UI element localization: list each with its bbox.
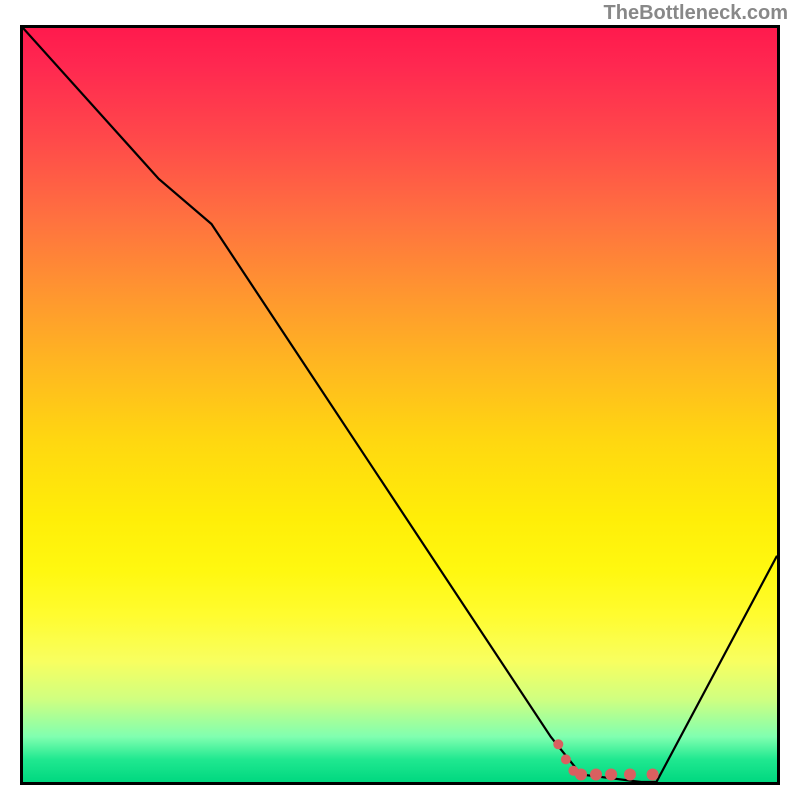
main-curve <box>23 28 777 782</box>
marker-dot <box>590 769 602 781</box>
marker-dot <box>647 769 659 781</box>
chart-container: TheBottleneck.com <box>0 0 800 800</box>
marker-dot <box>605 769 617 781</box>
marker-dot <box>561 754 571 764</box>
chart-svg <box>23 28 777 782</box>
watermark-text: TheBottleneck.com <box>604 2 788 25</box>
marker-dot <box>624 769 636 781</box>
markers-group <box>553 739 658 780</box>
marker-dot <box>553 739 563 749</box>
chart-area <box>20 25 780 785</box>
marker-dot <box>575 769 587 781</box>
